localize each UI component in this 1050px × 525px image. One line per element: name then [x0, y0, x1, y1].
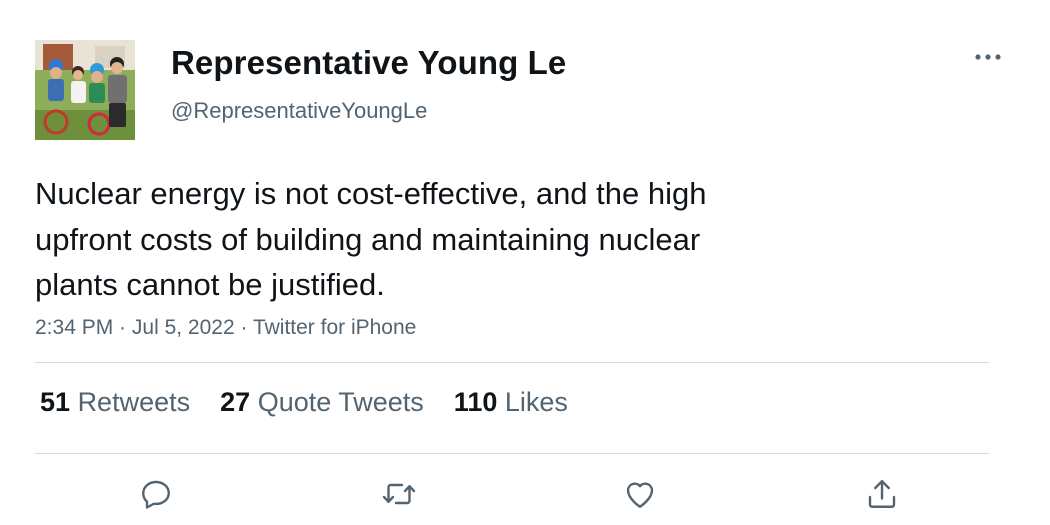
- more-icon: [975, 54, 1001, 60]
- likes-label: Likes: [504, 387, 568, 417]
- likes-stat[interactable]: 110 Likes: [454, 387, 568, 418]
- retweet-button[interactable]: [377, 472, 421, 516]
- likes-count: 110: [453, 387, 498, 417]
- meta-separator: ·: [234, 316, 253, 339]
- avatar-photo: [35, 40, 135, 140]
- engagement-stats: 51 Retweets 27 Quote Tweets 110 Likes: [40, 387, 568, 418]
- tweet-source[interactable]: Twitter for iPhone: [253, 316, 416, 339]
- share-icon: [868, 480, 896, 508]
- reply-icon: [142, 480, 170, 509]
- author-handle[interactable]: @RepresentativeYoungLe: [171, 98, 427, 124]
- tweet-time[interactable]: 2:34 PM: [35, 316, 113, 339]
- avatar[interactable]: [35, 40, 135, 140]
- quote-tweets-label: Quote Tweets: [257, 387, 424, 417]
- more-options-button[interactable]: [968, 44, 1008, 70]
- tweet-date[interactable]: Jul 5, 2022: [132, 316, 235, 339]
- retweets-stat[interactable]: 51 Retweets: [40, 387, 190, 418]
- tweet-text-line: upfront costs of building and maintainin…: [35, 221, 701, 257]
- quote-tweets-stat[interactable]: 27 Quote Tweets: [220, 387, 424, 418]
- quote-tweets-count: 27: [220, 387, 251, 417]
- like-icon: [626, 482, 654, 508]
- author-display-name[interactable]: Representative Young Le: [171, 44, 566, 82]
- retweet-icon: [382, 483, 416, 505]
- like-button[interactable]: [618, 472, 662, 516]
- meta-separator: ·: [113, 316, 132, 339]
- tweet-metadata: 2:34 PM · Jul 5, 2022 · Twitter for iPho…: [35, 316, 416, 340]
- retweets-label: Retweets: [77, 387, 191, 417]
- reply-button[interactable]: [134, 472, 178, 516]
- retweets-count: 51: [40, 387, 71, 417]
- divider: [35, 453, 989, 454]
- share-button[interactable]: [860, 472, 904, 516]
- tweet-text-line: Nuclear energy is not cost-effective, an…: [35, 176, 707, 211]
- divider: [35, 362, 989, 363]
- tweet-text: Nuclear energy is not cost-effective, an…: [35, 171, 835, 308]
- tweet-text-line: plants cannot be justified.: [35, 267, 385, 302]
